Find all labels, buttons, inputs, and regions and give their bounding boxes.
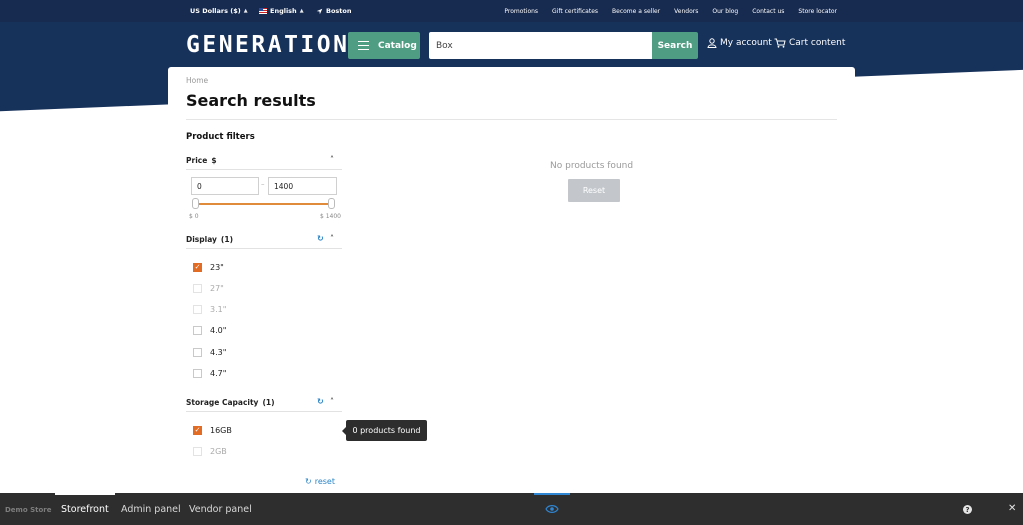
divider — [186, 119, 837, 120]
top-bar: US Dollars ($) ▲︎ English ▲︎ Boston Prom… — [0, 0, 1023, 22]
option-label: 4.7" — [210, 369, 227, 378]
empty-results-text: No products found — [550, 161, 634, 171]
storage-option-2gb: 2GB — [193, 447, 227, 456]
price-max-handle[interactable] — [328, 198, 335, 209]
top-link-vendors[interactable]: Vendors — [674, 8, 698, 15]
storage-filter-count: (1) — [262, 398, 275, 407]
display-filter-count: (1) — [220, 235, 233, 244]
chevron-up-icon[interactable]: ˄ — [330, 234, 334, 243]
divider — [186, 169, 342, 170]
display-filter-header[interactable]: Display (1) — [186, 235, 233, 244]
option-label: 2GB — [210, 447, 227, 456]
checkbox-checked[interactable]: ✓ — [193, 263, 202, 272]
display-option-4-0[interactable]: 4.0" — [193, 326, 226, 335]
cart-label: Cart content — [789, 38, 846, 48]
my-account-link[interactable]: My account — [707, 38, 772, 48]
divider — [186, 248, 342, 249]
refresh-icon[interactable]: ↻ — [317, 234, 324, 243]
catalog-button[interactable]: Catalog — [348, 32, 420, 59]
cart-icon — [774, 38, 786, 48]
help-icon[interactable]: ? — [963, 505, 972, 514]
reset-filters-link[interactable]: ↻ reset — [305, 477, 335, 486]
search-button[interactable]: Search — [652, 32, 698, 59]
checkbox[interactable] — [193, 369, 202, 378]
storage-option-16gb[interactable]: ✓ 16GB — [193, 426, 232, 435]
option-label: 3.1" — [210, 305, 227, 314]
tab-admin-panel[interactable]: Admin panel — [121, 504, 181, 515]
currency-label: US Dollars ($) — [190, 7, 241, 15]
reset-label: reset — [314, 477, 335, 486]
demo-store-label: Demo Store — [5, 506, 52, 514]
location-selector[interactable]: Boston — [316, 7, 352, 15]
option-label: 4.3" — [210, 348, 227, 357]
display-option-4-7[interactable]: 4.7" — [193, 369, 226, 378]
language-label: English — [270, 7, 297, 15]
checkbox — [193, 284, 202, 293]
option-label: 16GB — [210, 426, 232, 435]
display-option-23[interactable]: ✓ 23" — [193, 263, 224, 272]
language-selector[interactable]: English ▲︎ — [259, 7, 304, 15]
top-link-store-locator[interactable]: Store locator — [798, 8, 837, 15]
top-link-promotions[interactable]: Promotions — [504, 8, 538, 15]
top-link-gift-certificates[interactable]: Gift certificates — [552, 8, 598, 15]
checkbox[interactable] — [193, 348, 202, 357]
cart-link[interactable]: Cart content — [774, 38, 845, 48]
price-max-input[interactable] — [268, 177, 337, 195]
checkbox — [193, 447, 202, 456]
my-account-label: My account — [720, 38, 772, 48]
search-input[interactable] — [429, 32, 653, 59]
range-dash: – — [261, 180, 265, 188]
reset-button[interactable]: Reset — [568, 179, 620, 202]
checkbox[interactable] — [193, 326, 202, 335]
price-max-tick: $ 1400 — [320, 213, 341, 220]
catalog-label: Catalog — [378, 40, 417, 51]
tab-storefront[interactable]: Storefront — [61, 504, 109, 515]
display-option-27: 27" — [193, 284, 224, 293]
price-currency: $ — [211, 156, 217, 165]
top-link-contact[interactable]: Contact us — [752, 8, 784, 15]
filters-heading: Product filters — [186, 132, 255, 142]
page-title: Search results — [186, 91, 316, 110]
location-label: Boston — [326, 7, 352, 15]
breadcrumb[interactable]: Home — [186, 76, 208, 85]
top-link-blog[interactable]: Our blog — [712, 8, 738, 15]
location-arrow-icon — [316, 8, 323, 14]
price-filter-header[interactable]: Price $ — [186, 156, 217, 165]
divider — [186, 411, 342, 412]
option-label: 23" — [210, 263, 224, 272]
sort-caret-icon: ▲︎ — [299, 8, 304, 14]
content-card — [168, 67, 855, 495]
price-range-track[interactable] — [196, 203, 331, 205]
close-icon[interactable]: ✕ — [1008, 503, 1016, 514]
top-link-become-seller[interactable]: Become a seller — [612, 8, 660, 15]
chevron-up-icon[interactable]: ˄ — [330, 155, 334, 164]
user-icon — [707, 38, 717, 48]
active-tab-indicator — [55, 493, 115, 495]
storage-filter-header[interactable]: Storage Capacity (1) — [186, 398, 275, 407]
eye-icon[interactable] — [545, 504, 559, 514]
option-label: 4.0" — [210, 326, 227, 335]
display-option-3-1: 3.1" — [193, 305, 226, 314]
tab-vendor-panel[interactable]: Vendor panel — [189, 504, 252, 515]
refresh-icon: ↻ — [305, 477, 312, 486]
chevron-up-icon[interactable]: ˄ — [330, 397, 334, 406]
price-min-input[interactable] — [191, 177, 259, 195]
checkbox-checked[interactable]: ✓ — [193, 426, 202, 435]
top-links: Promotions Gift certificates Become a se… — [504, 8, 837, 15]
currency-selector[interactable]: US Dollars ($) ▲︎ — [190, 7, 248, 15]
price-filter-label: Price — [186, 156, 208, 165]
price-min-tick: $ 0 — [189, 213, 199, 220]
us-flag-icon — [259, 8, 267, 14]
price-min-handle[interactable] — [192, 198, 199, 209]
refresh-icon[interactable]: ↻ — [317, 397, 324, 406]
display-filter-label: Display — [186, 235, 217, 244]
products-found-tooltip: 0 products found — [342, 420, 427, 441]
display-option-4-3[interactable]: 4.3" — [193, 348, 226, 357]
sort-caret-icon: ▲︎ — [243, 8, 248, 14]
storage-filter-label: Storage Capacity — [186, 398, 259, 407]
checkbox — [193, 305, 202, 314]
menu-icon — [358, 41, 369, 50]
option-label: 27" — [210, 284, 224, 293]
preview-indicator — [534, 493, 570, 495]
